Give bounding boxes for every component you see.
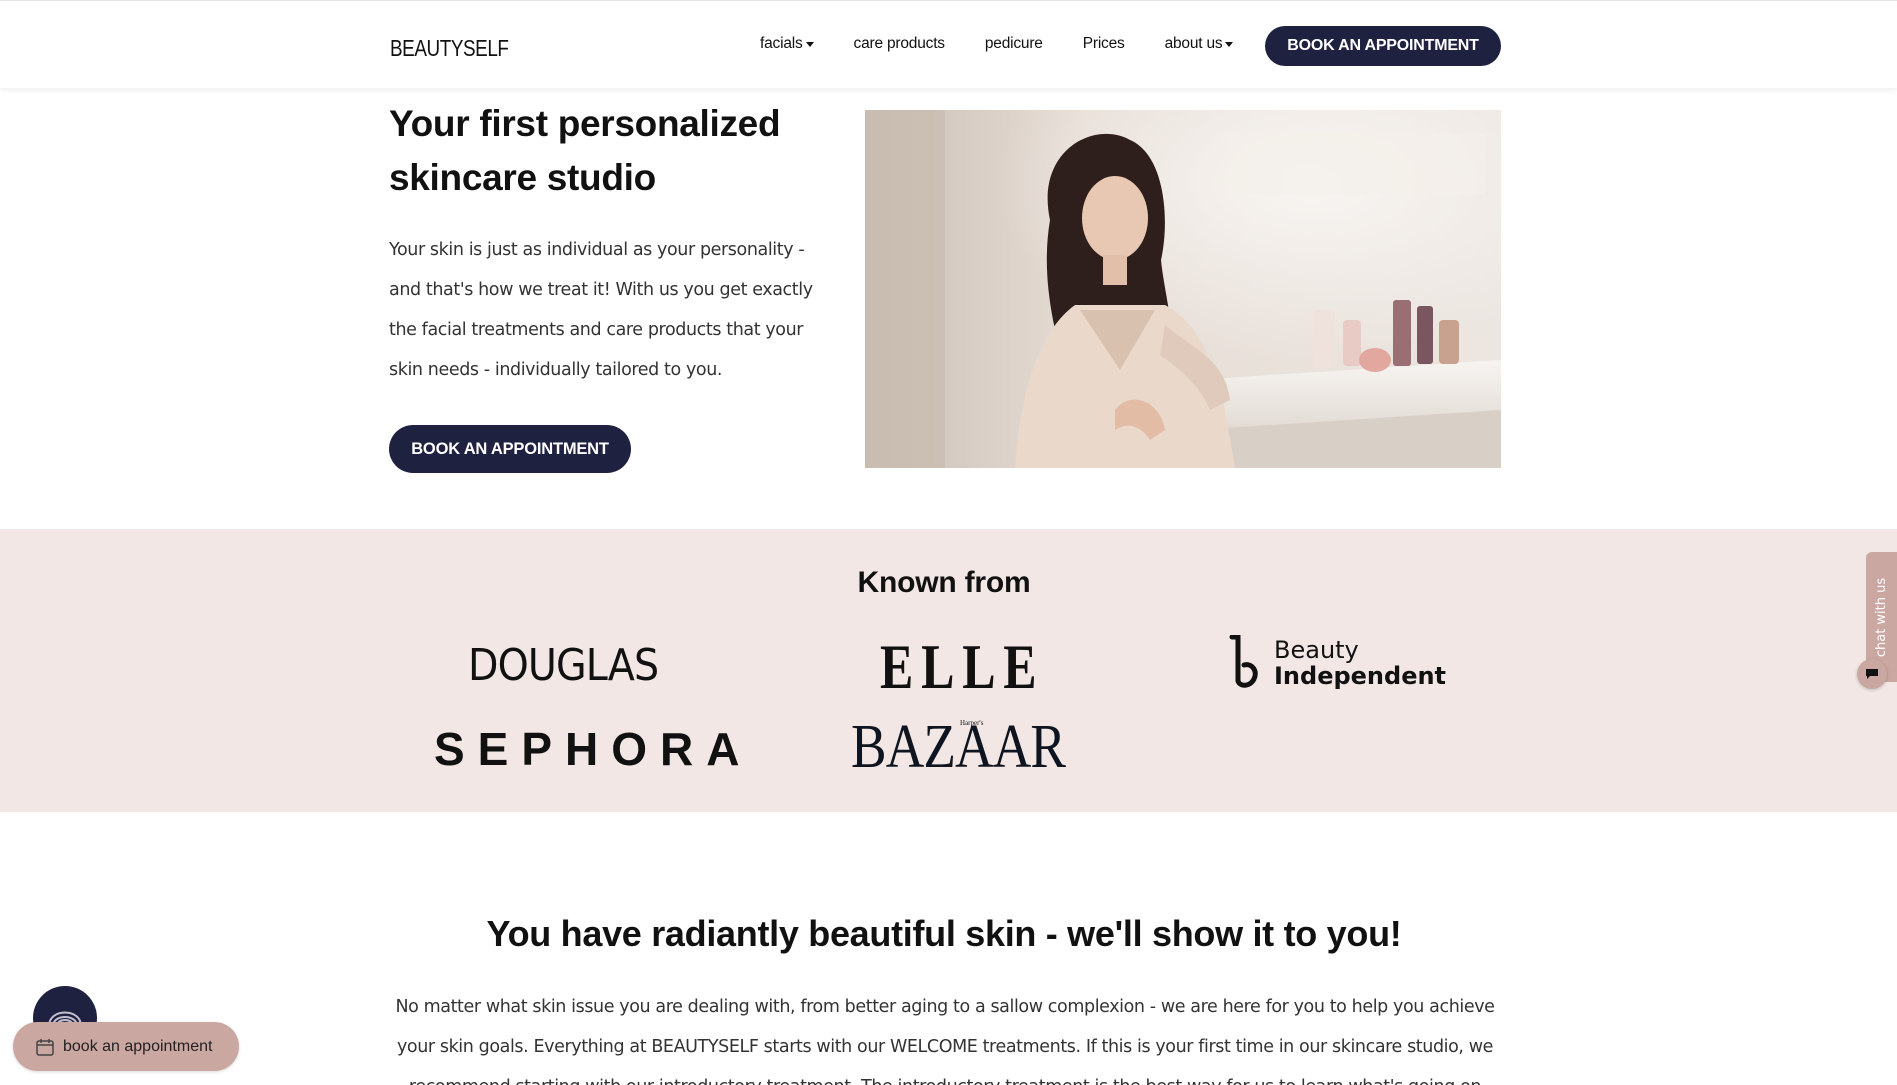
nav-label: Prices: [1082, 35, 1125, 52]
main-nav: facials care products pedicure Prices ab…: [760, 35, 1273, 53]
radiant-skin-title: You have radiantly beautiful skin - we'l…: [486, 913, 1402, 954]
douglas-logo: DOUGLAS: [468, 640, 659, 691]
hero-photo-illustration: [865, 110, 1501, 468]
known-from-title: Known from: [857, 566, 1031, 599]
chat-icon[interactable]: [1857, 659, 1887, 689]
radiant-skin-text: No matter what skin issue you are dealin…: [395, 997, 1495, 1085]
elle-logo: ELLE: [880, 631, 1045, 702]
book-appointment-widget-label: book an appointment: [63, 1037, 213, 1055]
chat-bubble-icon: [1866, 669, 1878, 679]
hero-book-appointment-button[interactable]: BOOK AN APPOINTMENT: [389, 425, 631, 473]
sephora-logo: SEPHORA: [434, 723, 753, 775]
beauty-independent-wordmark: Beauty Independent: [1274, 637, 1446, 689]
caret-down-icon: [805, 42, 814, 47]
nav-item-prices[interactable]: Prices: [1083, 35, 1125, 53]
beauty-independent-line-1: Beauty: [1274, 636, 1359, 664]
book-appointment-widget[interactable]: book an appointment: [13, 1022, 239, 1071]
nav-item-facials[interactable]: facials: [760, 35, 814, 53]
hero-text: Your skin is just as individual as your …: [389, 240, 813, 380]
harpers-bazaar-logo: BAZAAR: [851, 713, 1066, 781]
nav-label: care products: [853, 35, 946, 52]
nav-item-pedicure[interactable]: pedicure: [985, 35, 1043, 53]
site-logo[interactable]: BEAUTYSELF: [390, 35, 509, 62]
nav-label: facials: [760, 35, 803, 52]
header-book-appointment-button[interactable]: BOOK AN APPOINTMENT: [1265, 26, 1501, 66]
site-header: BEAUTYSELF facials care products pedicur…: [0, 0, 1897, 88]
hero-photo: [865, 110, 1501, 468]
hero-title: Your first personalized skincare studio: [389, 103, 781, 198]
chat-with-us-label: chat with us: [1874, 577, 1889, 657]
harpers-small-label: Harper's: [960, 719, 984, 727]
nav-label: pedicure: [984, 35, 1043, 52]
nav-label: about us: [1164, 35, 1223, 52]
caret-down-icon: [1225, 42, 1234, 47]
beauty-independent-line-2: Independent: [1274, 662, 1447, 690]
nav-item-care-products[interactable]: care products: [853, 35, 946, 53]
beauty-independent-logo: [1229, 635, 1258, 688]
nav-item-about-us[interactable]: about us: [1165, 35, 1234, 53]
calendar-icon: [36, 1038, 54, 1056]
